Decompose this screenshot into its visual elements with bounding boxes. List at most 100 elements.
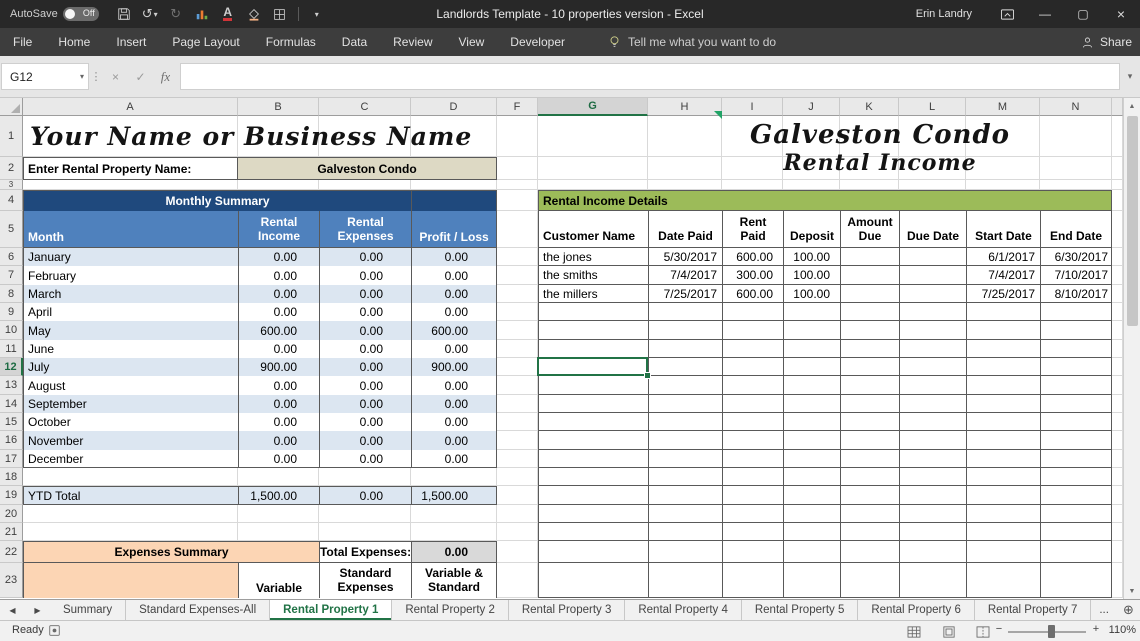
cell-j23[interactable] <box>783 563 840 598</box>
cell-k6[interactable] <box>840 248 899 266</box>
profit-cell-july[interactable]: 900.00 <box>411 358 497 376</box>
profit-cell-august[interactable]: 0.00 <box>411 376 497 395</box>
cell-m14[interactable] <box>966 395 1040 413</box>
cell-h22[interactable] <box>648 541 722 563</box>
zoom-slider-thumb[interactable] <box>1048 625 1055 638</box>
income-cell-april[interactable]: 0.00 <box>238 303 319 321</box>
month-cell-march[interactable]: March <box>23 285 238 303</box>
profit-cell-april[interactable]: 0.00 <box>411 303 497 321</box>
ytd-income[interactable]: 1,500.00 <box>238 486 319 505</box>
cell-h8[interactable]: 7/25/2017 <box>648 285 722 303</box>
cell-l6[interactable] <box>899 248 966 266</box>
month-cell-november[interactable]: November <box>23 431 238 450</box>
income-cell-january[interactable]: 0.00 <box>238 248 319 266</box>
income-cell-october[interactable]: 0.00 <box>238 413 319 431</box>
cell-m8[interactable]: 7/25/2017 <box>966 285 1040 303</box>
column-header-l[interactable]: L <box>899 98 966 116</box>
cell-n18[interactable] <box>1040 468 1112 486</box>
month-cell-april[interactable]: April <box>23 303 238 321</box>
row-header-13[interactable]: 13 <box>0 376 23 395</box>
cell-m16[interactable] <box>966 431 1040 450</box>
sheet-tab-overflow[interactable]: ... <box>1091 600 1117 620</box>
expenses-cell-october[interactable]: 0.00 <box>319 413 411 431</box>
cell-h10[interactable] <box>648 321 722 340</box>
expenses-subheader-standard[interactable]: Standard Expenses <box>319 563 411 598</box>
cell-l23[interactable] <box>899 563 966 598</box>
detail-header-amount-due[interactable]: Amount Due <box>840 211 899 248</box>
cell-l7[interactable] <box>899 266 966 285</box>
cell-m12[interactable] <box>966 358 1040 376</box>
cell-n14[interactable] <box>1040 395 1112 413</box>
business-name-title[interactable]: Your Name or Business Name <box>23 116 497 157</box>
cell-n17[interactable] <box>1040 450 1112 468</box>
cell-n22[interactable] <box>1040 541 1112 563</box>
profit-cell-december[interactable]: 0.00 <box>411 450 497 468</box>
cell-i9[interactable] <box>722 303 783 321</box>
expenses-cell-july[interactable]: 0.00 <box>319 358 411 376</box>
column-header-b[interactable]: B <box>238 98 319 116</box>
cell-m20[interactable] <box>966 505 1040 523</box>
cell-k18[interactable] <box>840 468 899 486</box>
month-cell-october[interactable]: October <box>23 413 238 431</box>
ytd-expenses[interactable]: 0.00 <box>319 486 411 505</box>
cell-l20[interactable] <box>899 505 966 523</box>
detail-header-start-date[interactable]: Start Date <box>966 211 1040 248</box>
cell-i13[interactable] <box>722 376 783 395</box>
total-expenses-value[interactable]: 0.00 <box>411 541 497 563</box>
detail-header-end-date[interactable]: End Date <box>1040 211 1112 248</box>
cell-l19[interactable] <box>899 486 966 505</box>
sheet-tab-rental-property-7[interactable]: Rental Property 7 <box>975 600 1092 620</box>
expenses-cell-november[interactable]: 0.00 <box>319 431 411 450</box>
cell-j7[interactable]: 100.00 <box>783 266 840 285</box>
cell-m7[interactable]: 7/4/2017 <box>966 266 1040 285</box>
row-header-19[interactable]: 19 <box>0 486 23 505</box>
cell-k19[interactable] <box>840 486 899 505</box>
cell-k12[interactable] <box>840 358 899 376</box>
income-cell-may[interactable]: 600.00 <box>238 321 319 340</box>
cell-j21[interactable] <box>783 523 840 541</box>
cell-n20[interactable] <box>1040 505 1112 523</box>
row-header-16[interactable]: 16 <box>0 431 23 450</box>
detail-header-rent-paid[interactable]: Rent Paid <box>722 211 783 248</box>
cell-h14[interactable] <box>648 395 722 413</box>
month-cell-may[interactable]: May <box>23 321 238 340</box>
cell-l15[interactable] <box>899 413 966 431</box>
ytd-profit[interactable]: 1,500.00 <box>411 486 497 505</box>
sheet-tab-rental-property-4[interactable]: Rental Property 4 <box>625 600 742 620</box>
cell-m6[interactable]: 6/1/2017 <box>966 248 1040 266</box>
row-header-5[interactable]: 5 <box>0 211 23 248</box>
row-header-21[interactable]: 21 <box>0 523 23 541</box>
expenses-cell-september[interactable]: 0.00 <box>319 395 411 413</box>
total-expenses-label[interactable]: Total Expenses: <box>319 541 411 563</box>
detail-header-customer-name[interactable]: Customer Name <box>538 211 648 248</box>
cell-m10[interactable] <box>966 321 1040 340</box>
cell-j18[interactable] <box>783 468 840 486</box>
income-cell-september[interactable]: 0.00 <box>238 395 319 413</box>
detail-header-due-date[interactable]: Due Date <box>899 211 966 248</box>
cell-g8[interactable]: the millers <box>538 285 648 303</box>
expenses-summary-title[interactable]: Expenses Summary <box>23 541 319 563</box>
month-cell-december[interactable]: December <box>23 450 238 468</box>
cell-j8[interactable]: 100.00 <box>783 285 840 303</box>
cell-i10[interactable] <box>722 321 783 340</box>
cell-g14[interactable] <box>538 395 648 413</box>
cell-l12[interactable] <box>899 358 966 376</box>
property-name-value[interactable]: Galveston Condo <box>238 157 497 180</box>
cell-i19[interactable] <box>722 486 783 505</box>
cell-m17[interactable] <box>966 450 1040 468</box>
cell-n13[interactable] <box>1040 376 1112 395</box>
cell-i20[interactable] <box>722 505 783 523</box>
cell-m18[interactable] <box>966 468 1040 486</box>
column-header-k[interactable]: K <box>840 98 899 116</box>
row-header-12[interactable]: 12 <box>0 358 23 376</box>
cell-j14[interactable] <box>783 395 840 413</box>
cell-i11[interactable] <box>722 340 783 358</box>
expenses-cell-january[interactable]: 0.00 <box>319 248 411 266</box>
month-cell-january[interactable]: January <box>23 248 238 266</box>
cell-k10[interactable] <box>840 321 899 340</box>
row-header-9[interactable]: 9 <box>0 303 23 321</box>
sheet-tab-rental-property-1[interactable]: Rental Property 1 <box>270 600 393 620</box>
column-header-i[interactable]: I <box>722 98 783 116</box>
cell-i18[interactable] <box>722 468 783 486</box>
cell-g22[interactable] <box>538 541 648 563</box>
